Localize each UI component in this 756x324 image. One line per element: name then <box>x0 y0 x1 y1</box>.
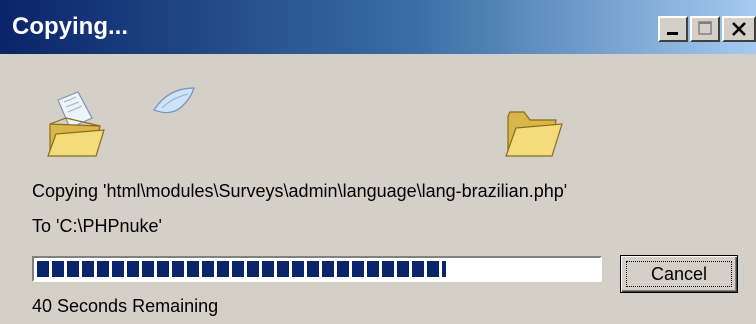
maximize-icon <box>698 21 712 35</box>
close-button[interactable] <box>722 16 756 42</box>
open-folder-icon <box>47 91 105 157</box>
copying-from-text: Copying 'html\modules\Surveys\admin\lang… <box>32 181 568 201</box>
cancel-button-label: Cancel <box>650 264 708 284</box>
copying-to-text: To 'C:\PHPnuke' <box>32 216 162 236</box>
close-icon <box>732 22 746 36</box>
minimize-icon <box>667 32 678 35</box>
cancel-button[interactable]: Cancel <box>620 255 738 293</box>
minimize-button[interactable] <box>658 16 688 42</box>
open-folder-icon <box>505 111 563 157</box>
window-title: Copying... <box>12 13 128 40</box>
title-bar[interactable]: Copying... <box>0 0 756 54</box>
maximize-button[interactable] <box>690 16 720 42</box>
flying-document-icon <box>153 87 195 114</box>
progress-fill <box>37 261 446 277</box>
copy-dialog: Copying... Copying 'html\modules\Surveys… <box>0 0 756 324</box>
copy-progress-bar <box>32 256 602 282</box>
time-remaining-text: 40 Seconds Remaining <box>32 296 219 316</box>
